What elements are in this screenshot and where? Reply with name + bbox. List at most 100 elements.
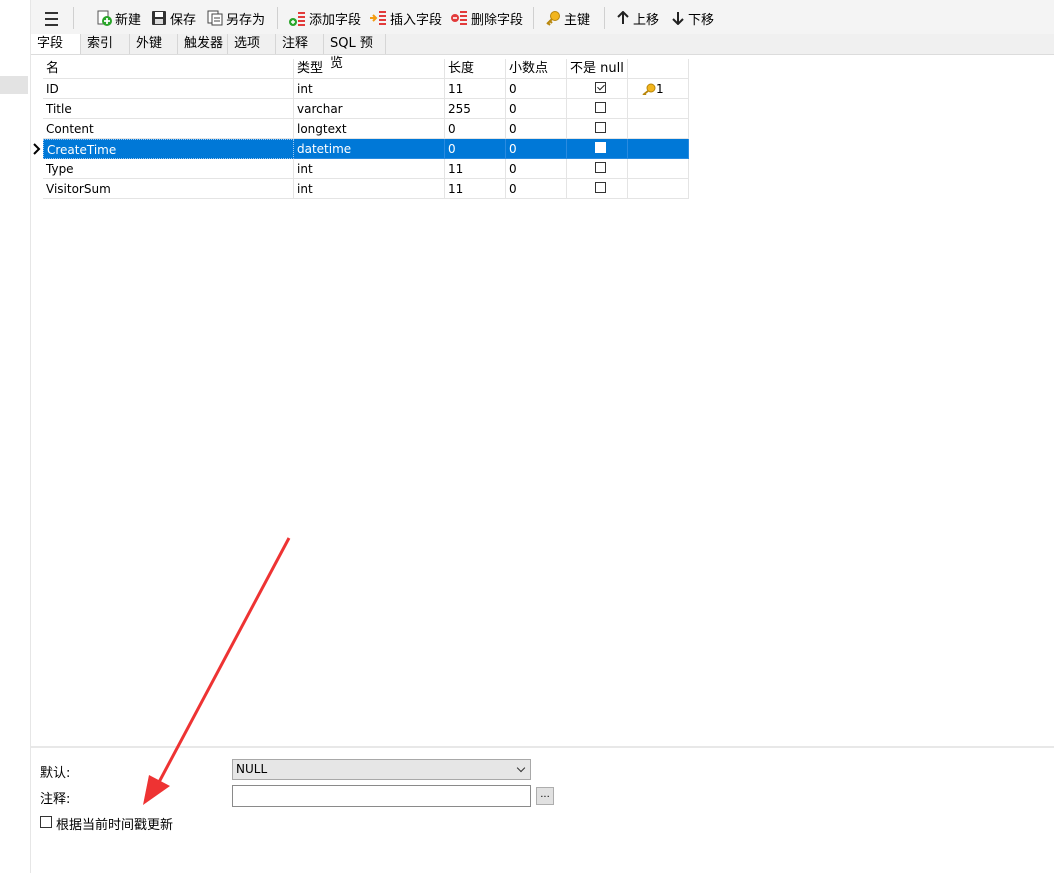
field-decimals[interactable]: 0 bbox=[506, 159, 567, 179]
field-type[interactable]: int bbox=[294, 159, 445, 179]
insert-field-label: 插入字段 bbox=[390, 12, 443, 28]
table-row[interactable]: Content longtext 0 0 bbox=[31, 119, 689, 139]
save-as-label: 另存为 bbox=[226, 12, 266, 28]
field-decimals[interactable]: 0 bbox=[506, 99, 567, 119]
save-label: 保存 bbox=[170, 12, 197, 28]
move-up-button[interactable]: 上移 bbox=[616, 8, 659, 28]
header-name[interactable]: 名 bbox=[43, 59, 294, 79]
default-value-select[interactable]: NULL bbox=[232, 759, 531, 780]
field-not-null[interactable] bbox=[567, 99, 628, 119]
table-row-selected[interactable]: CreateTime datetime 0 0 bbox=[31, 139, 689, 159]
field-decimals[interactable]: 0 bbox=[506, 179, 567, 199]
field-length[interactable]: 0 bbox=[445, 139, 506, 159]
key-icon bbox=[546, 11, 560, 26]
add-field-label: 添加字段 bbox=[309, 12, 362, 28]
tab-foreign-keys[interactable]: 外键 bbox=[130, 34, 178, 54]
field-length[interactable]: 11 bbox=[445, 79, 506, 99]
field-type[interactable]: longtext bbox=[294, 119, 445, 139]
field-not-null[interactable] bbox=[567, 179, 628, 199]
tab-sql-preview[interactable]: SQL 预览 bbox=[324, 34, 386, 71]
row-indicator[interactable] bbox=[31, 119, 43, 139]
update-on-timestamp-checkbox[interactable] bbox=[40, 816, 52, 828]
field-not-null[interactable] bbox=[567, 79, 628, 99]
default-label: 默认: bbox=[40, 766, 71, 781]
not-null-checkbox[interactable] bbox=[595, 182, 606, 193]
update-on-timestamp-label[interactable]: 根据当前时间戳更新 bbox=[56, 814, 173, 833]
field-length[interactable]: 11 bbox=[445, 179, 506, 199]
field-decimals[interactable]: 0 bbox=[506, 79, 567, 99]
primary-key-icon bbox=[642, 83, 656, 96]
primary-key-button[interactable]: 主键 bbox=[545, 8, 590, 28]
move-up-label: 上移 bbox=[633, 12, 660, 28]
comment-ellipsis-button[interactable]: ... bbox=[536, 787, 554, 805]
table-row[interactable]: Type int 11 0 bbox=[31, 159, 689, 179]
tab-comment[interactable]: 注释 bbox=[276, 34, 324, 54]
not-null-checkbox[interactable] bbox=[595, 122, 606, 133]
arrow-up-icon bbox=[617, 11, 629, 24]
field-key: 1 bbox=[628, 79, 689, 99]
row-indicator[interactable] bbox=[31, 99, 43, 119]
field-length[interactable]: 0 bbox=[445, 119, 506, 139]
header-not-null[interactable]: 不是 null bbox=[567, 59, 628, 79]
not-null-checkbox[interactable] bbox=[595, 82, 606, 93]
table-row[interactable]: ID int 11 0 1 bbox=[31, 79, 689, 99]
tab-triggers[interactable]: 触发器 bbox=[178, 34, 228, 54]
save-as-button[interactable]: 另存为 bbox=[207, 8, 265, 28]
row-indicator[interactable] bbox=[31, 159, 43, 179]
comment-input[interactable] bbox=[232, 785, 531, 807]
key-order: 1 bbox=[656, 82, 664, 96]
tab-options[interactable]: 选项 bbox=[228, 34, 276, 54]
save-button[interactable]: 保存 bbox=[151, 8, 196, 28]
field-type[interactable]: varchar bbox=[294, 99, 445, 119]
field-name[interactable]: Title bbox=[43, 99, 294, 119]
not-null-checkbox[interactable] bbox=[595, 102, 606, 113]
move-down-button[interactable]: 下移 bbox=[671, 8, 714, 28]
row-indicator[interactable] bbox=[31, 79, 43, 99]
field-decimals[interactable]: 0 bbox=[506, 119, 567, 139]
toolbar-separator bbox=[533, 7, 534, 29]
left-strip bbox=[0, 0, 30, 873]
save-icon bbox=[152, 11, 166, 25]
add-field-button[interactable]: 添加字段 bbox=[288, 8, 361, 28]
comment-label: 注释: bbox=[40, 792, 71, 807]
field-not-null[interactable] bbox=[567, 139, 628, 159]
field-length[interactable]: 11 bbox=[445, 159, 506, 179]
insert-field-button[interactable]: 插入字段 bbox=[369, 8, 442, 28]
field-type[interactable]: int bbox=[294, 79, 445, 99]
tab-fields[interactable]: 字段 bbox=[31, 34, 81, 54]
arrow-down-icon bbox=[672, 12, 684, 25]
header-key[interactable] bbox=[628, 59, 689, 79]
chevron-down-icon bbox=[516, 763, 526, 773]
field-name[interactable]: CreateTime bbox=[43, 139, 294, 159]
field-name[interactable]: Type bbox=[43, 159, 294, 179]
new-button[interactable]: 新建 bbox=[96, 8, 141, 28]
field-type[interactable]: datetime bbox=[294, 139, 445, 159]
new-label: 新建 bbox=[115, 12, 142, 28]
field-length[interactable]: 255 bbox=[445, 99, 506, 119]
table-row[interactable]: Title varchar 255 0 bbox=[31, 99, 689, 119]
header-decimals[interactable]: 小数点 bbox=[506, 59, 567, 79]
menu-icon[interactable] bbox=[45, 10, 58, 30]
row-indicator[interactable] bbox=[31, 179, 43, 199]
field-name[interactable]: VisitorSum bbox=[43, 179, 294, 199]
not-null-checkbox[interactable] bbox=[595, 142, 606, 153]
field-name[interactable]: Content bbox=[43, 119, 294, 139]
table-row[interactable]: VisitorSum int 11 0 bbox=[31, 179, 689, 199]
field-type[interactable]: int bbox=[294, 179, 445, 199]
delete-field-button[interactable]: 删除字段 bbox=[450, 8, 523, 28]
left-selected-marker bbox=[0, 76, 28, 94]
save-as-icon bbox=[207, 10, 223, 26]
insert-field-icon bbox=[370, 11, 386, 25]
field-not-null[interactable] bbox=[567, 159, 628, 179]
header-type[interactable]: 类型 bbox=[294, 59, 445, 79]
field-name[interactable]: ID bbox=[43, 79, 294, 99]
field-decimals[interactable]: 0 bbox=[506, 139, 567, 159]
header-length[interactable]: 长度 bbox=[445, 59, 506, 79]
field-key bbox=[628, 119, 689, 139]
add-field-icon bbox=[289, 12, 305, 26]
tab-indexes[interactable]: 索引 bbox=[81, 34, 130, 54]
field-key bbox=[628, 159, 689, 179]
not-null-checkbox[interactable] bbox=[595, 162, 606, 173]
field-not-null[interactable] bbox=[567, 119, 628, 139]
row-pointer-icon bbox=[31, 139, 43, 159]
